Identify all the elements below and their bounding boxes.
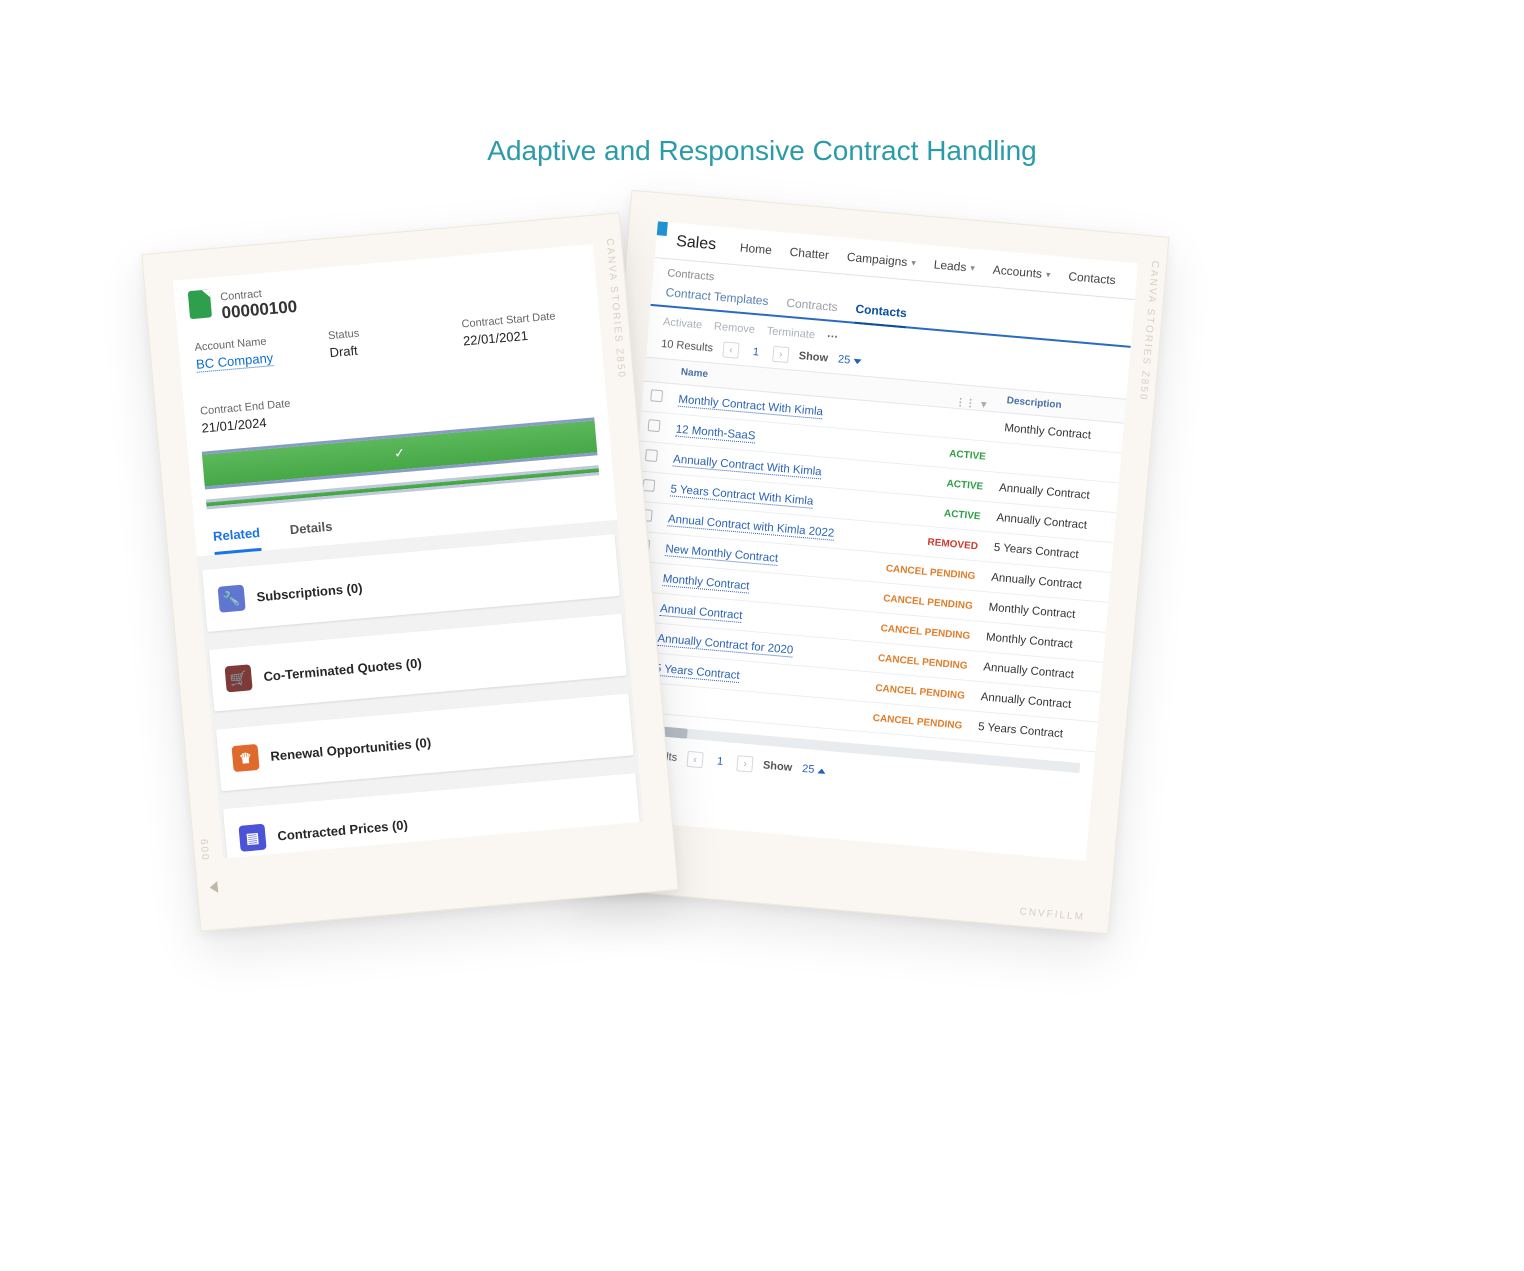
related-list-item[interactable]: ♛ Renewal Opportunities (0) bbox=[216, 693, 634, 791]
status-badge: ACTIVE bbox=[949, 448, 986, 462]
chevron-down-icon: ▾ bbox=[970, 262, 975, 273]
account-name-link[interactable]: BC Company bbox=[195, 350, 273, 373]
status-badge: CANCEL PENDING bbox=[885, 563, 975, 582]
contract-doc-icon bbox=[188, 289, 212, 319]
status-badge: CANCEL PENDING bbox=[880, 623, 970, 642]
pager-next[interactable]: › bbox=[736, 755, 753, 772]
chevron-up-icon bbox=[817, 768, 825, 774]
page-size-select[interactable]: 25 bbox=[837, 353, 861, 367]
row-checkbox[interactable] bbox=[642, 479, 655, 492]
status-badge: CANCEL PENDING bbox=[872, 712, 962, 731]
related-list-item[interactable]: ▤ Contracted Prices (0) bbox=[223, 773, 641, 858]
results-count: 10 Results bbox=[661, 338, 714, 354]
show-label: Show bbox=[798, 350, 828, 365]
filter-icon[interactable]: ▾ bbox=[981, 399, 987, 410]
app-name: Sales bbox=[675, 233, 716, 254]
related-list-label: Co-Terminated Quotes (0) bbox=[263, 655, 422, 684]
nav-item-chatter[interactable]: Chatter bbox=[789, 245, 829, 262]
nav-item-contacts[interactable]: Contacts bbox=[1068, 269, 1116, 287]
contract-name-link[interactable]: New Monthly Contract bbox=[665, 543, 779, 566]
pager-current: 1 bbox=[713, 755, 728, 768]
page-size-select[interactable]: 25 bbox=[802, 763, 826, 777]
status-badge: CANCEL PENDING bbox=[878, 653, 968, 672]
crown-icon: ♛ bbox=[232, 744, 260, 772]
frame-arrow-icon bbox=[209, 881, 218, 894]
related-list-label: Renewal Opportunities (0) bbox=[270, 734, 432, 763]
pager-prev[interactable]: ‹ bbox=[722, 341, 739, 358]
related-list-item[interactable]: 🛒 Co-Terminated Quotes (0) bbox=[209, 614, 627, 712]
related-list-label: Contracted Prices (0) bbox=[277, 817, 409, 843]
contract-name-link[interactable]: 5 Years Contract With Kimla bbox=[670, 483, 814, 508]
contract-name-link[interactable]: Monthly Contract bbox=[662, 573, 750, 594]
action-remove[interactable]: Remove bbox=[714, 320, 756, 336]
contract-name-link[interactable]: 12 Month-SaaS bbox=[675, 423, 756, 443]
contract-name-link[interactable]: Annual Contract bbox=[660, 602, 743, 622]
frame-bottom-label: CNVFILLM bbox=[1019, 906, 1085, 923]
frame-label: CANVA STORIES Z850 bbox=[1137, 260, 1160, 402]
wrench-icon: 🔧 bbox=[218, 585, 246, 613]
row-checkbox[interactable] bbox=[645, 449, 658, 462]
contract-name-link[interactable]: 5 Years Contract bbox=[654, 662, 740, 682]
frame-label: CANVA STORIES Z850 bbox=[604, 238, 627, 380]
cart-icon: 🛒 bbox=[225, 664, 253, 692]
pager-current: 1 bbox=[748, 346, 763, 359]
frame-code: 009 bbox=[199, 837, 212, 861]
nav-item-leads[interactable]: Leads ▾ bbox=[933, 257, 975, 275]
pager-next[interactable]: › bbox=[772, 346, 789, 363]
tab-details[interactable]: Details bbox=[289, 519, 334, 549]
contract-name-link[interactable]: Monthly Contract With Kimla bbox=[678, 393, 824, 419]
nav-item-home[interactable]: Home bbox=[739, 240, 772, 257]
status-badge: ACTIVE bbox=[946, 478, 983, 492]
status-badge: CANCEL PENDING bbox=[883, 593, 973, 612]
action-activate[interactable]: Activate bbox=[663, 316, 703, 331]
show-label: Show bbox=[762, 759, 792, 774]
subnav-contracts[interactable]: Contracts bbox=[785, 296, 838, 320]
receipt-icon: ▤ bbox=[238, 824, 266, 852]
contract-detail-card: CANVA STORIES Z850 009 Contract 00000100… bbox=[141, 212, 678, 931]
row-checkbox[interactable] bbox=[650, 389, 663, 402]
app-launcher-icon[interactable] bbox=[657, 221, 668, 236]
status-badge: REMOVED bbox=[927, 536, 978, 551]
nav-item-accounts[interactable]: Accounts ▾ bbox=[992, 263, 1051, 282]
chevron-down-icon bbox=[853, 358, 861, 364]
row-checkbox[interactable] bbox=[648, 419, 661, 432]
chevron-down-icon: ▾ bbox=[911, 257, 916, 268]
check-icon: ✓ bbox=[393, 445, 405, 462]
related-list-item[interactable]: 🗎Contract History (0) bbox=[230, 853, 644, 859]
pager-prev[interactable]: ‹ bbox=[686, 751, 703, 768]
related-list-label: Subscriptions (0) bbox=[256, 580, 363, 604]
nav-item-campaigns[interactable]: Campaigns ▾ bbox=[846, 250, 916, 270]
status-badge: CANCEL PENDING bbox=[875, 682, 965, 701]
col-menu-icon[interactable]: ⋮⋮ bbox=[955, 396, 976, 409]
action-terminate[interactable]: Terminate bbox=[766, 325, 815, 341]
status-badge: ACTIVE bbox=[944, 508, 981, 522]
chevron-down-icon: ▾ bbox=[1046, 269, 1051, 280]
page-title: Adaptive and Responsive Contract Handlin… bbox=[0, 0, 1524, 167]
tab-related[interactable]: Related bbox=[213, 525, 262, 555]
contract-name-link[interactable]: Annually Contract for 2020 bbox=[657, 632, 794, 657]
subnav-contacts[interactable]: Contacts bbox=[854, 302, 907, 328]
more-actions-icon[interactable]: ⋯ bbox=[826, 329, 838, 343]
